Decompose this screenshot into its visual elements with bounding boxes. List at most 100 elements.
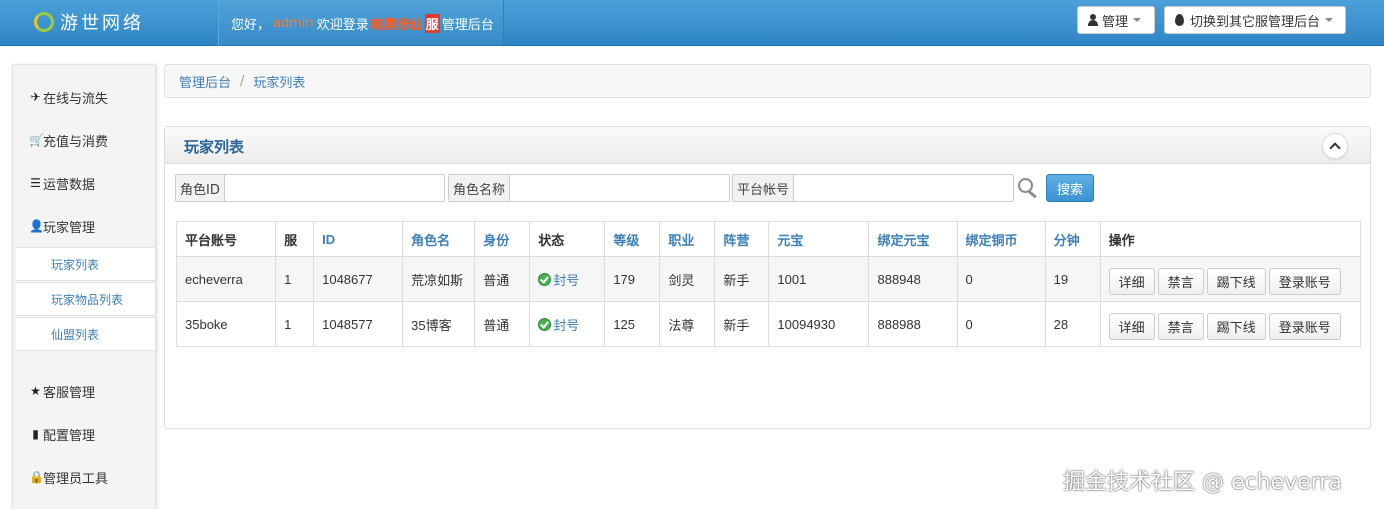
mute-button[interactable]: 禁言 bbox=[1157, 312, 1204, 340]
cell-actions: 详细 禁言 踢下线 登录账号 bbox=[1099, 301, 1362, 347]
cell-name: 35博客 bbox=[402, 301, 476, 347]
mute-button[interactable]: 禁言 bbox=[1157, 267, 1204, 295]
role-name-field: 角色名称 bbox=[448, 174, 730, 202]
cell-yuanbao: 1001 bbox=[768, 256, 870, 302]
cell-yuanbao: 10094930 bbox=[768, 301, 870, 347]
column-header-sortable[interactable]: 绑定铜币 bbox=[956, 221, 1046, 257]
username: admin bbox=[273, 15, 314, 31]
cell-job: 法尊 bbox=[659, 301, 716, 347]
brand-name: 游世网络 bbox=[60, 13, 144, 34]
status-label: 封号 bbox=[553, 317, 580, 333]
switch-server-button[interactable]: 切换到其它服管理后台 bbox=[1164, 6, 1346, 34]
column-header: 状态 bbox=[529, 221, 606, 257]
login-account-button[interactable]: 登录账号 bbox=[1268, 312, 1341, 340]
cell-status: 封号 bbox=[529, 301, 606, 347]
column-header-sortable[interactable]: 职业 bbox=[659, 221, 716, 257]
cell-level: 125 bbox=[604, 301, 661, 347]
role-name-input[interactable] bbox=[510, 175, 729, 201]
sidebar-item-support[interactable]: ★ 客服管理 bbox=[29, 381, 95, 401]
sidebar-item-players[interactable]: 👤 玩家管理 bbox=[29, 216, 95, 236]
cell-server: 1 bbox=[275, 256, 315, 302]
sidebar-item-operations[interactable]: ☰ 运营数据 bbox=[29, 173, 95, 193]
cell-identity: 普通 bbox=[474, 301, 531, 347]
platform-account-field: 平台帐号 bbox=[732, 174, 1014, 202]
book-icon: ▮ bbox=[32, 427, 39, 441]
cell-bound-yuanbao: 888988 bbox=[868, 301, 958, 347]
sidebar-item-online[interactable]: ✈ 在线与流失 bbox=[29, 87, 108, 107]
cell-identity: 普通 bbox=[474, 256, 531, 302]
sidebar-subitem-guild-list[interactable]: 仙盟列表 bbox=[16, 317, 155, 351]
column-header-sortable[interactable]: ID bbox=[313, 221, 404, 257]
role-id-label: 角色ID bbox=[176, 175, 225, 201]
user-icon bbox=[1088, 14, 1098, 26]
sidebar-subitem-player-list[interactable]: 玩家列表 bbox=[16, 247, 155, 281]
user-icon: 👤 bbox=[29, 219, 44, 233]
sidebar-item-label: 运营数据 bbox=[43, 177, 96, 193]
kick-button[interactable]: 踢下线 bbox=[1206, 312, 1266, 340]
table-row: echeverra 1 1048677 荒凉如斯 普通 封号 179 剑灵 新手… bbox=[175, 256, 1362, 302]
platform-account-label: 平台帐号 bbox=[733, 175, 795, 201]
sidebar-item-recharge[interactable]: 🛒 充值与消费 bbox=[29, 130, 108, 150]
cell-camp: 新手 bbox=[714, 256, 770, 302]
cell-level: 179 bbox=[604, 256, 661, 302]
collapse-button[interactable] bbox=[1322, 133, 1348, 159]
sidebar-subitem-label: 玩家物品列表 bbox=[51, 292, 124, 307]
sidebar-item-admin-tools[interactable]: 🔒 管理员工具 bbox=[29, 467, 108, 487]
status-label: 封号 bbox=[553, 272, 580, 288]
welcome-suffix: 管理后台 bbox=[441, 17, 494, 33]
sidebar-item-label: 玩家管理 bbox=[43, 220, 96, 236]
cell-name: 荒凉如斯 bbox=[402, 256, 476, 302]
welcome-prefix: 您好， bbox=[231, 17, 271, 33]
status-link[interactable]: 封号 bbox=[538, 315, 579, 334]
check-circle-icon bbox=[538, 317, 552, 331]
column-header: 服 bbox=[275, 221, 315, 257]
column-header-sortable[interactable]: 分钟 bbox=[1044, 221, 1101, 257]
table-header-row: 平台账号 服 ID 角色名 身份 状态 等级 职业 阵营 元宝 绑定元宝 绑定铜… bbox=[175, 221, 1362, 257]
sidebar-item-label: 配置管理 bbox=[43, 428, 96, 444]
sidebar-item-label: 客服管理 bbox=[43, 385, 96, 401]
player-list-panel: 玩家列表 角色ID 角色名称 平台帐号 搜索 平台账号 服 ID 角色名 身份 … bbox=[164, 126, 1371, 429]
kick-button[interactable]: 踢下线 bbox=[1206, 267, 1266, 295]
role-id-input[interactable] bbox=[224, 175, 444, 201]
search-button[interactable]: 搜索 bbox=[1046, 174, 1094, 202]
sidebar-item-config[interactable]: ▮ 配置管理 bbox=[29, 424, 95, 444]
chevron-down-icon bbox=[1133, 18, 1142, 22]
column-header-sortable[interactable]: 元宝 bbox=[768, 221, 870, 257]
search-icon bbox=[1017, 178, 1039, 198]
status-link[interactable]: 封号 bbox=[538, 270, 579, 289]
cell-account: echeverra bbox=[175, 256, 277, 302]
login-account-button[interactable]: 登录账号 bbox=[1268, 267, 1341, 295]
check-circle-icon bbox=[538, 272, 552, 286]
column-header-sortable[interactable]: 绑定元宝 bbox=[868, 221, 958, 257]
breadcrumb: 管理后台 / 玩家列表 bbox=[164, 64, 1371, 98]
cell-bound-copper: 0 bbox=[956, 256, 1046, 302]
cell-account: 35boke bbox=[175, 301, 277, 347]
column-header-sortable[interactable]: 身份 bbox=[474, 221, 531, 257]
role-id-field: 角色ID bbox=[175, 174, 445, 202]
cell-minutes: 28 bbox=[1044, 301, 1101, 347]
cell-camp: 新手 bbox=[714, 301, 770, 347]
top-navbar: 游世网络 您好， admin 欢迎登录 暗黑修仙 服 管理后台 管理 切换到其它… bbox=[0, 0, 1384, 46]
platform-account-input[interactable] bbox=[794, 175, 1013, 201]
panel-header: 玩家列表 bbox=[165, 127, 1370, 164]
lock-icon: 🔒 bbox=[29, 470, 44, 484]
cell-bound-yuanbao: 888948 bbox=[868, 256, 958, 302]
column-header-sortable[interactable]: 等级 bbox=[604, 221, 661, 257]
detail-button[interactable]: 详细 bbox=[1108, 312, 1155, 340]
column-header: 操作 bbox=[1099, 221, 1362, 257]
logo-icon bbox=[34, 12, 54, 32]
breadcrumb-current[interactable]: 玩家列表 bbox=[253, 72, 305, 91]
cart-icon: 🛒 bbox=[29, 133, 44, 147]
admin-menu-button[interactable]: 管理 bbox=[1077, 6, 1155, 34]
welcome-mid: 欢迎登录 bbox=[316, 17, 369, 33]
chevron-down-icon bbox=[1325, 18, 1334, 22]
sidebar-subitem-player-items[interactable]: 玩家物品列表 bbox=[16, 282, 155, 316]
breadcrumb-home[interactable]: 管理后台 bbox=[179, 72, 231, 91]
sidebar-subitem-label: 玩家列表 bbox=[51, 257, 100, 272]
column-header-sortable[interactable]: 角色名 bbox=[402, 221, 476, 257]
plane-icon: ✈ bbox=[30, 90, 41, 104]
column-header-sortable[interactable]: 阵营 bbox=[714, 221, 770, 257]
cell-status: 封号 bbox=[529, 256, 606, 302]
detail-button[interactable]: 详细 bbox=[1108, 267, 1155, 295]
brand-logo[interactable]: 游世网络 bbox=[34, 10, 144, 34]
